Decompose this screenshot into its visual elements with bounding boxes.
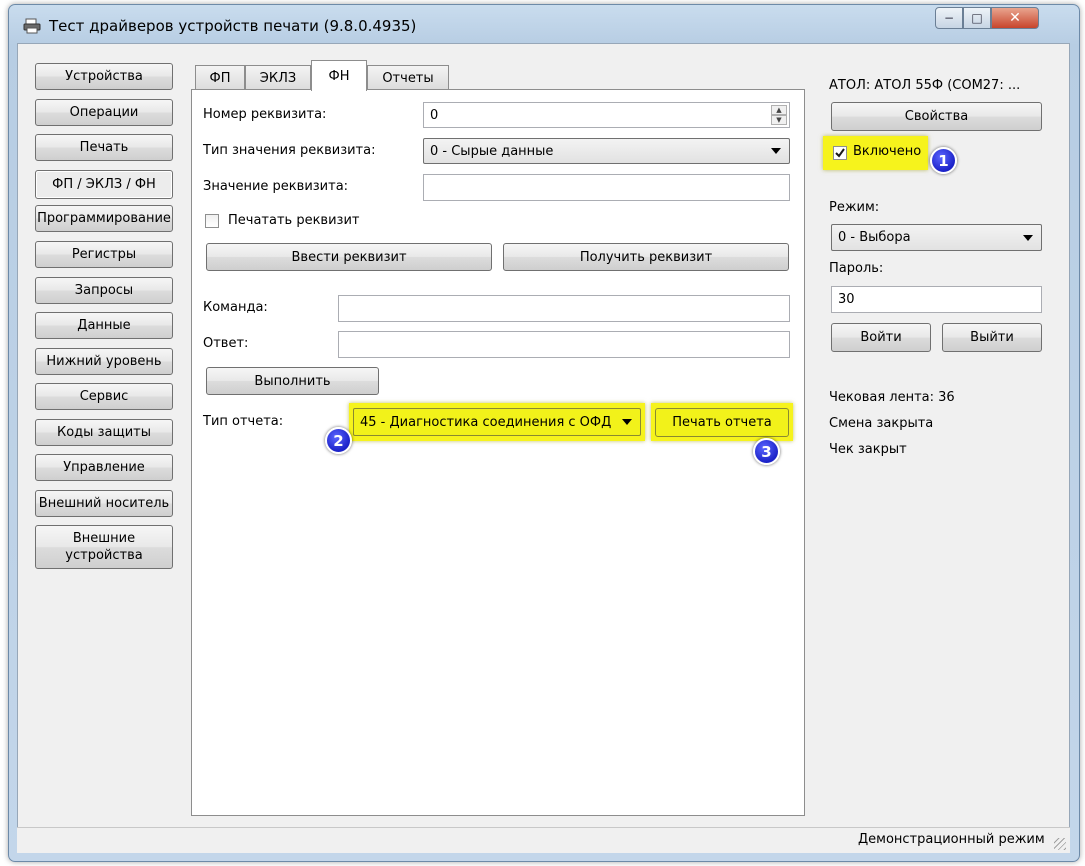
status-bar-text: Демонстрационный режим	[858, 832, 1045, 847]
sidebar-item-external-storage[interactable]: Внешний носитель	[35, 490, 173, 517]
command-input[interactable]	[338, 295, 790, 322]
sidebar-item-low-level[interactable]: Нижний уровень	[35, 348, 173, 375]
minimize-button[interactable]: −	[935, 7, 963, 29]
annotation-badge-1: 1	[930, 147, 957, 174]
password-label: Пароль:	[829, 261, 884, 276]
password-input[interactable]: 30	[831, 286, 1042, 313]
req-number-spinner[interactable]: ▲ ▼	[771, 105, 787, 127]
close-button[interactable]: ✕	[991, 7, 1039, 29]
chevron-down-icon	[771, 148, 781, 154]
login-button[interactable]: Войти	[831, 323, 931, 352]
window-title: Тест драйверов устройств печати (9.8.0.4…	[49, 17, 417, 35]
sidebar-item-service[interactable]: Сервис	[35, 383, 173, 410]
answer-label: Ответ:	[203, 336, 249, 351]
annotation-badge-2: 2	[325, 427, 352, 454]
mode-select[interactable]: 0 - Выбора	[831, 224, 1042, 251]
sidebar-item-print[interactable]: Печать	[35, 134, 173, 161]
sidebar-item-devices[interactable]: Устройства	[35, 63, 173, 90]
enabled-checkbox[interactable]	[833, 146, 847, 160]
tab-reports[interactable]: Отчеты	[367, 65, 449, 90]
spin-up-icon[interactable]: ▲	[771, 105, 787, 115]
print-req-checkbox[interactable]	[205, 214, 219, 228]
status-receipt-tape: Чековая лента: 36	[829, 390, 955, 405]
mode-value: 0 - Выбора	[838, 230, 911, 245]
req-number-label: Номер реквизита:	[203, 107, 327, 122]
sidebar-item-registers[interactable]: Регистры	[35, 241, 173, 268]
sidebar-item-data[interactable]: Данные	[35, 312, 173, 339]
req-type-label: Тип значения реквизита:	[203, 143, 376, 158]
report-type-value: 45 - Диагностика соединения с ОФД	[360, 414, 612, 430]
spin-down-icon[interactable]: ▼	[771, 115, 787, 125]
sidebar-item-protection-codes[interactable]: Коды защиты	[35, 419, 173, 446]
req-value-label: Значение реквизита:	[203, 179, 349, 194]
title-bar: Тест драйверов устройств печати (9.8.0.4…	[9, 5, 1079, 43]
app-window: Тест драйверов устройств печати (9.8.0.4…	[8, 4, 1080, 862]
annotation-badge-3: 3	[753, 438, 780, 465]
maximize-button[interactable]: □	[963, 7, 991, 29]
sidebar-item-external-devices[interactable]: Внешние устройства	[35, 525, 173, 569]
printer-icon	[23, 18, 41, 34]
sidebar-item-fp-eklz-fn[interactable]: ФП / ЭКЛЗ / ФН	[35, 170, 173, 199]
tab-fp[interactable]: ФП	[195, 65, 245, 90]
req-type-value: 0 - Сырые данные	[430, 143, 554, 159]
req-number-value: 0	[430, 107, 439, 123]
status-receipt: Чек закрыт	[829, 442, 907, 457]
mode-label: Режим:	[829, 200, 880, 215]
get-req-button[interactable]: Получить реквизит	[503, 243, 789, 271]
req-type-select[interactable]: 0 - Сырые данные	[423, 138, 790, 164]
enter-req-button[interactable]: Ввести реквизит	[206, 243, 492, 271]
chevron-down-icon	[1023, 234, 1033, 241]
tab-eklz[interactable]: ЭКЛЗ	[245, 65, 311, 90]
sidebar-item-management[interactable]: Управление	[35, 454, 173, 481]
req-value-input[interactable]	[423, 174, 790, 201]
device-name: АТОЛ: АТОЛ 55Ф (COM27: ...	[829, 78, 1021, 93]
print-report-button[interactable]: Печать отчета	[655, 408, 789, 437]
print-req-label: Печатать реквизит	[228, 213, 360, 228]
sidebar-item-programming[interactable]: Программирование	[35, 205, 173, 232]
password-value: 30	[838, 292, 855, 307]
command-label: Команда:	[203, 300, 268, 315]
logout-button[interactable]: Выйти	[942, 323, 1042, 352]
sidebar-item-requests[interactable]: Запросы	[35, 277, 173, 304]
report-type-label: Тип отчета:	[203, 414, 284, 429]
resize-grip-icon[interactable]	[1054, 838, 1066, 850]
status-shift: Смена закрыта	[829, 416, 934, 431]
enabled-label: Включено	[853, 144, 922, 159]
checkmark-icon	[835, 148, 845, 158]
tab-fn[interactable]: ФН	[311, 60, 367, 91]
answer-input[interactable]	[338, 331, 790, 358]
chevron-down-icon	[622, 419, 632, 425]
properties-button[interactable]: Свойства	[831, 102, 1042, 131]
status-bar: Демонстрационный режим	[17, 827, 1070, 853]
req-number-input[interactable]: 0 ▲ ▼	[423, 102, 790, 128]
report-type-select[interactable]: 45 - Диагностика соединения с ОФД	[353, 408, 641, 436]
sidebar-item-operations[interactable]: Операции	[35, 99, 173, 126]
execute-button[interactable]: Выполнить	[206, 367, 379, 395]
